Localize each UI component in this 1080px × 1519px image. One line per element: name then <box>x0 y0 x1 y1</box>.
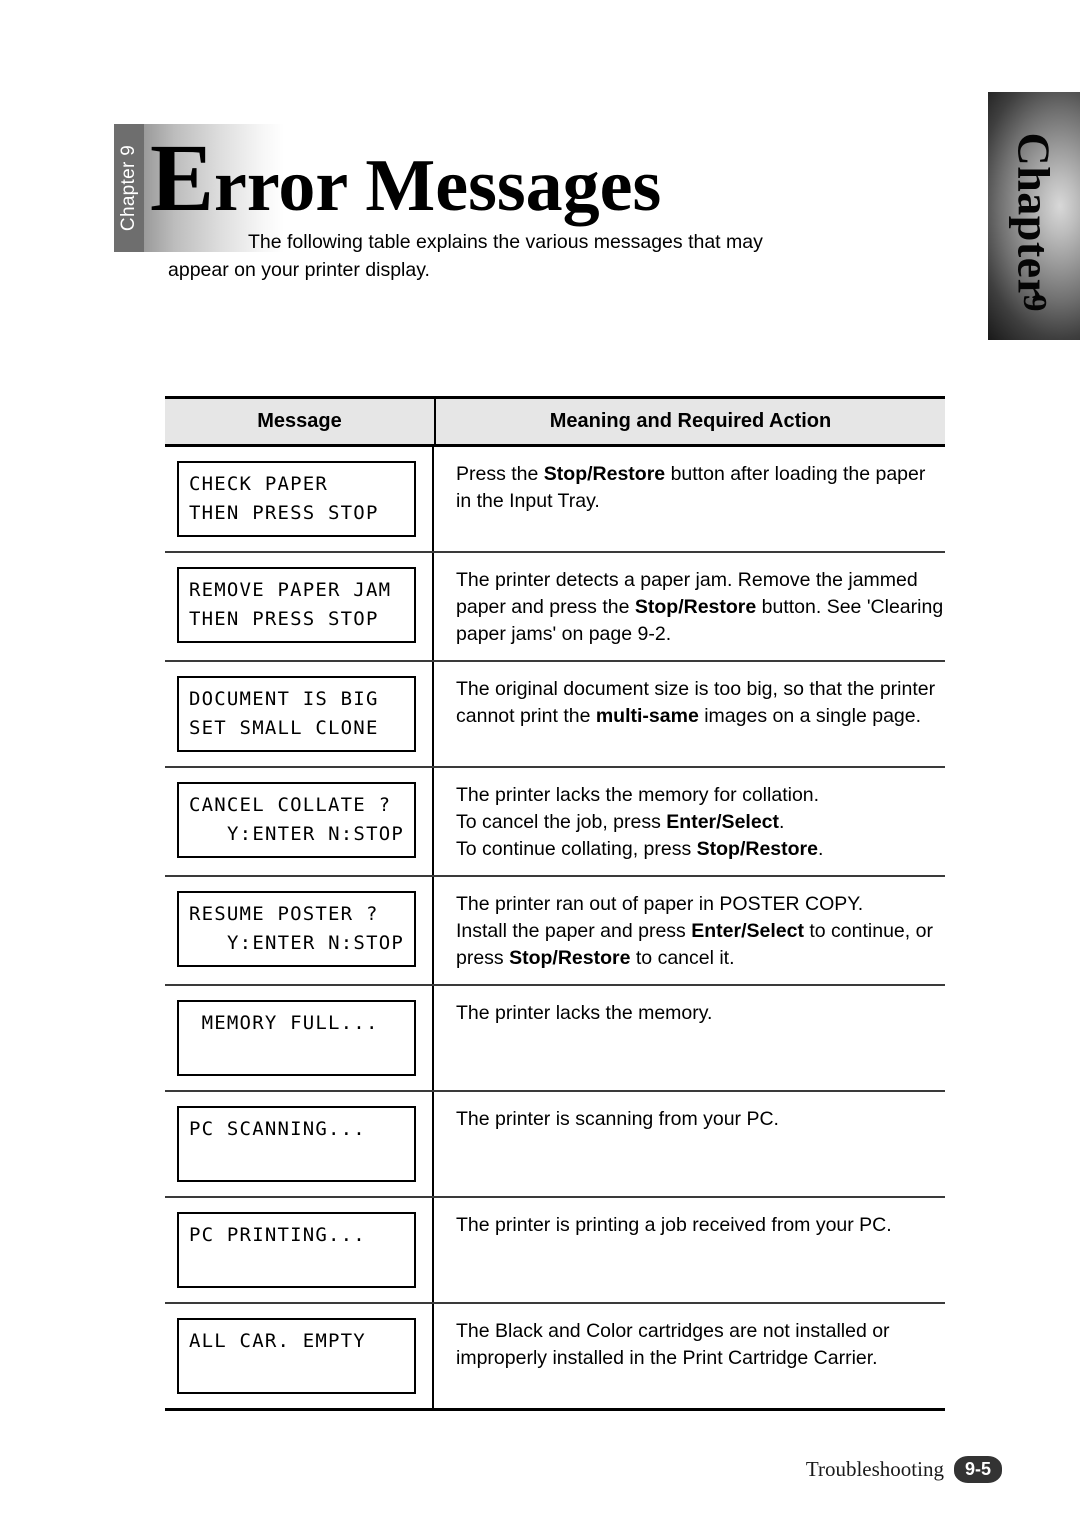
cell-meaning: The printer is printing a job received f… <box>434 1198 945 1302</box>
lcd-display: ALL CAR. EMPTY <box>177 1318 416 1394</box>
lcd-line-2: THEN PRESS STOP <box>189 608 379 630</box>
table-row: PC SCANNING... The printer is scanning f… <box>165 1092 945 1198</box>
footer-page-badge: 9-5 <box>953 1456 1002 1483</box>
error-message-table: Message Meaning and Required Action CHEC… <box>165 396 945 1411</box>
table-row: CHECK PAPER THEN PRESS STOP Press the Stop… <box>165 447 945 553</box>
cell-meaning: The original document size is too big, s… <box>434 662 945 766</box>
lcd-display: CHECK PAPER THEN PRESS STOP <box>177 461 416 537</box>
chapter-vertical-band: Chapter 9 <box>114 124 144 252</box>
page-title: Error Messages <box>150 130 661 226</box>
table-row: MEMORY FULL... The printer lacks the mem… <box>165 986 945 1092</box>
lcd-line-2: SET SMALL CLONE <box>189 717 379 739</box>
lcd-line-1: PC PRINTING... <box>189 1224 366 1246</box>
lcd-line-2 <box>189 1356 406 1385</box>
meaning-text: The printer ran out of paper in POSTER C… <box>456 893 933 969</box>
table-body: CHECK PAPER THEN PRESS STOP Press the Stop… <box>165 447 945 1411</box>
chapter-vertical-label: Chapter 9 <box>118 144 139 232</box>
page-title-initial: E <box>150 124 215 231</box>
cell-meaning: The printer lacks the memory for collati… <box>434 768 945 875</box>
lcd-line-1: CHECK PAPER <box>189 473 329 495</box>
meaning-emphasis: Stop/Restore <box>696 838 818 860</box>
column-header-meaning: Meaning and Required Action <box>549 410 832 432</box>
meaning-text: The original document size is too big, s… <box>456 678 936 727</box>
lcd-line-1: REMOVE PAPER JAM <box>189 579 392 601</box>
cell-meaning: Press the Stop/Restore button after load… <box>434 447 945 551</box>
meaning-emphasis: multi-same <box>595 705 699 727</box>
lcd-line-2: Y:ENTER N:STOP <box>227 823 404 845</box>
lcd-line-1: DOCUMENT IS BIG <box>189 688 379 710</box>
meaning-emphasis: Enter/Select <box>691 920 804 942</box>
chapter-side-tab: Chapter 9 <box>988 92 1080 340</box>
lcd-line-2: Y:ENTER N:STOP <box>227 932 404 954</box>
page-title-rest: rror Messages <box>214 145 662 227</box>
table-header-row: Message Meaning and Required Action <box>165 396 945 447</box>
lcd-line-1: ALL CAR. EMPTY <box>189 1330 366 1352</box>
table-row: RESUME POSTER ? Y:ENTER N:STOP The printer… <box>165 877 945 986</box>
lcd-display: DOCUMENT IS BIG SET SMALL CLONE <box>177 676 416 752</box>
table-row: ALL CAR. EMPTY The Black and Color cartr… <box>165 1304 945 1411</box>
meaning-emphasis: Enter/Select <box>666 811 780 833</box>
lcd-line-1: RESUME POSTER ? <box>189 903 379 925</box>
table-row: DOCUMENT IS BIG SET SMALL CLONE The origin… <box>165 662 945 768</box>
cell-message: MEMORY FULL... <box>165 986 434 1090</box>
table-row: PC PRINTING... The printer is printing a… <box>165 1198 945 1304</box>
cell-meaning: The printer ran out of paper in POSTER C… <box>434 877 945 984</box>
cell-message: REMOVE PAPER JAM THEN PRESS STOP <box>165 553 434 660</box>
cell-message: PC SCANNING... <box>165 1092 434 1196</box>
lcd-line-1: MEMORY FULL... <box>189 1012 379 1034</box>
cell-message: RESUME POSTER ? Y:ENTER N:STOP <box>165 877 434 984</box>
cell-message: PC PRINTING... <box>165 1198 434 1302</box>
lcd-display: PC PRINTING... <box>177 1212 416 1288</box>
lcd-line-2 <box>189 1250 406 1279</box>
table-row: CANCEL COLLATE ? Y:ENTER N:STOP The printe… <box>165 768 945 877</box>
meaning-text: The printer lacks the memory. <box>456 1002 713 1024</box>
lcd-line-2 <box>189 1038 406 1067</box>
cell-message: DOCUMENT IS BIG SET SMALL CLONE <box>165 662 434 766</box>
cell-meaning: The printer detects a paper jam. Remove … <box>434 553 945 660</box>
footer-section-label: Troubleshooting <box>805 1457 944 1481</box>
meaning-emphasis: Stop/Restore <box>634 596 757 618</box>
lcd-display: REMOVE PAPER JAM THEN PRESS STOP <box>177 567 416 643</box>
table-row: REMOVE PAPER JAM THEN PRESS STOP The print… <box>165 553 945 662</box>
lcd-line-2: THEN PRESS STOP <box>189 502 379 524</box>
cell-message: ALL CAR. EMPTY <box>165 1304 434 1408</box>
lcd-line-1: PC SCANNING... <box>189 1118 366 1140</box>
meaning-text: Press the Stop/Restore button after load… <box>456 463 926 512</box>
meaning-text: The printer detects a paper jam. Remove … <box>456 569 944 645</box>
meaning-emphasis: Stop/Restore <box>509 947 631 969</box>
cell-message: CHECK PAPER THEN PRESS STOP <box>165 447 434 551</box>
cell-meaning: The printer lacks the memory. <box>434 986 945 1090</box>
column-header-message: Message <box>165 399 436 444</box>
meaning-text: The Black and Color cartridges are not i… <box>456 1320 890 1369</box>
meaning-text: The printer lacks the memory for collati… <box>456 784 824 860</box>
cell-message: CANCEL COLLATE ? Y:ENTER N:STOP <box>165 768 434 875</box>
page-footer: Troubleshooting 9-5 <box>806 1456 1002 1483</box>
meaning-text: The printer is scanning from your PC. <box>456 1108 779 1130</box>
lcd-display: MEMORY FULL... <box>177 1000 416 1076</box>
meaning-emphasis: Stop/Restore <box>543 463 666 485</box>
cell-meaning: The printer is scanning from your PC. <box>434 1092 945 1196</box>
lcd-display: PC SCANNING... <box>177 1106 416 1182</box>
lcd-line-1: CANCEL COLLATE ? <box>189 794 392 816</box>
lcd-display: RESUME POSTER ? Y:ENTER N:STOP <box>177 891 416 967</box>
chapter-side-tab-number: 9 <box>1016 294 1053 312</box>
lcd-display: CANCEL COLLATE ? Y:ENTER N:STOP <box>177 782 416 858</box>
meaning-text: The printer is printing a job received f… <box>456 1214 892 1236</box>
intro-paragraph: The following table explains the various… <box>168 231 763 281</box>
cell-meaning: The Black and Color cartridges are not i… <box>434 1304 945 1408</box>
lcd-line-2 <box>189 1144 406 1173</box>
